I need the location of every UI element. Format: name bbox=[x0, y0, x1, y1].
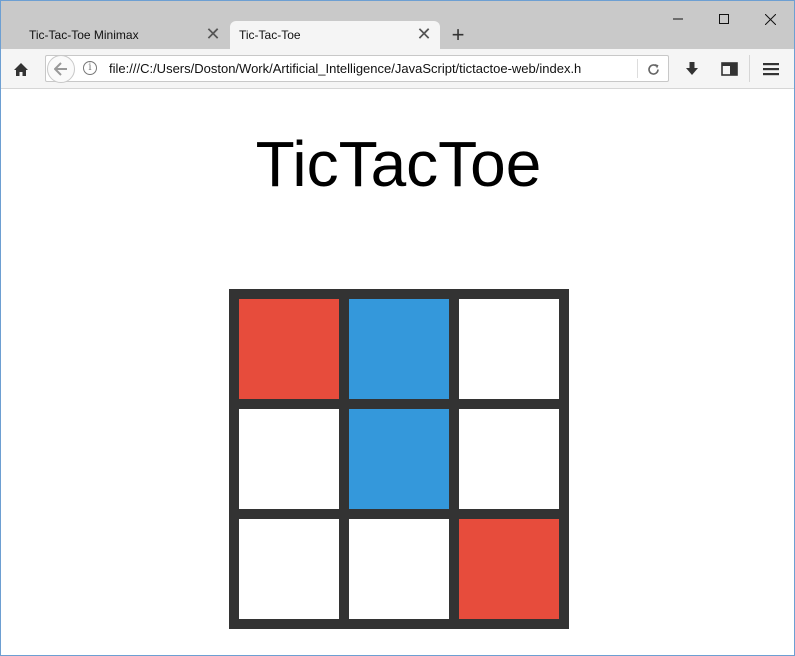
divider bbox=[749, 55, 750, 82]
url-bar[interactable]: i file:///C:/Users/Doston/Work/Artificia… bbox=[45, 55, 669, 83]
close-window-button[interactable] bbox=[747, 5, 793, 33]
board-cell-1[interactable] bbox=[239, 299, 339, 399]
page-title: TicTacToe bbox=[255, 128, 542, 200]
minimize-icon bbox=[673, 18, 683, 20]
close-icon bbox=[764, 13, 776, 25]
close-icon[interactable]: ✕ bbox=[205, 25, 221, 43]
board-cell-7[interactable] bbox=[239, 519, 339, 619]
close-icon[interactable]: ✕ bbox=[416, 25, 432, 43]
board-cell-6[interactable] bbox=[459, 409, 559, 509]
board-cell-8[interactable] bbox=[349, 519, 449, 619]
board-cell-2[interactable] bbox=[349, 299, 449, 399]
url-input[interactable]: file:///C:/Users/Doston/Work/Artificial_… bbox=[109, 61, 607, 78]
minimize-button[interactable] bbox=[655, 5, 701, 33]
board-cell-5[interactable] bbox=[349, 409, 449, 509]
tab-title: Tic-Tac-Toe bbox=[239, 28, 301, 42]
home-icon[interactable] bbox=[10, 58, 32, 80]
board-cell-4[interactable] bbox=[239, 409, 339, 509]
title-bar: Tic-Tac-Toe Minimax ✕ Tic-Tac-Toe ✕ + bbox=[1, 1, 794, 49]
game-board bbox=[229, 289, 569, 629]
tab-title: Tic-Tac-Toe Minimax bbox=[29, 28, 139, 42]
info-icon[interactable]: i bbox=[83, 61, 97, 75]
navigation-bar: i file:///C:/Users/Doston/Work/Artificia… bbox=[1, 49, 794, 89]
reload-icon[interactable] bbox=[643, 59, 663, 79]
tab-tic-tac-toe[interactable]: Tic-Tac-Toe ✕ bbox=[230, 21, 440, 49]
sidebar-icon[interactable] bbox=[718, 58, 740, 80]
tab-tic-tac-toe-minimax[interactable]: Tic-Tac-Toe Minimax ✕ bbox=[9, 21, 229, 49]
back-arrow-icon[interactable] bbox=[47, 55, 75, 83]
board-cell-3[interactable] bbox=[459, 299, 559, 399]
board-cell-9[interactable] bbox=[459, 519, 559, 619]
download-icon[interactable] bbox=[681, 58, 703, 80]
hamburger-menu-icon[interactable] bbox=[760, 58, 782, 80]
divider bbox=[637, 59, 638, 78]
plus-icon[interactable]: + bbox=[448, 24, 468, 46]
browser-window: Tic-Tac-Toe Minimax ✕ Tic-Tac-Toe ✕ + i … bbox=[0, 0, 795, 656]
maximize-button[interactable] bbox=[701, 5, 747, 33]
maximize-icon bbox=[719, 14, 729, 24]
